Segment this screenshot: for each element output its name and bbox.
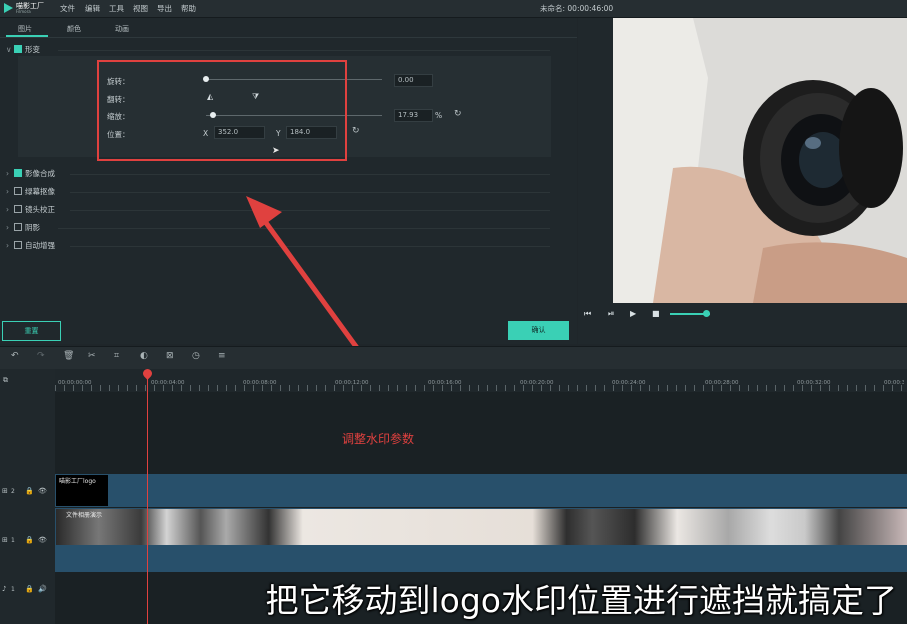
playback-progress-handle[interactable] — [703, 310, 710, 317]
menu-edit[interactable]: 编辑 — [85, 3, 100, 14]
tick-label: 00:00:32:00 — [797, 380, 831, 386]
preview-video[interactable] — [613, 18, 907, 303]
tick-label: 00:00:12:00 — [335, 380, 369, 386]
chevron-right-icon: › — [6, 187, 9, 196]
tab-color[interactable]: 颜色 — [67, 24, 81, 34]
menu-export[interactable]: 导出 — [157, 3, 172, 14]
section-chroma-key[interactable]: › 绿幕抠像 — [6, 186, 55, 201]
app-logo: 喵影工厂 Filmora — [4, 1, 50, 16]
annotation-arrow-icon — [246, 196, 363, 355]
section-label: 绿幕抠像 — [25, 187, 55, 196]
lock-icon[interactable]: 🔒 — [25, 536, 34, 544]
add-track-icon[interactable]: ⧉ — [3, 376, 8, 385]
chevron-right-icon: › — [6, 169, 9, 178]
split-screen-icon[interactable]: ⊠ — [166, 351, 174, 361]
tick-label: 00:00:04:00 — [151, 380, 185, 386]
checkbox-shadow[interactable] — [14, 223, 22, 231]
track-2[interactable] — [55, 474, 907, 507]
chevron-right-icon: › — [6, 205, 9, 214]
menu-tools[interactable]: 工具 — [109, 3, 124, 14]
scale-unit: % — [435, 111, 443, 120]
position-reset-icon[interactable]: ↻ — [352, 126, 360, 136]
eye-icon[interactable]: 👁 — [38, 536, 47, 544]
menu-file[interactable]: 文件 — [60, 3, 75, 14]
video-clip-label: 文件相册演示 — [66, 512, 103, 519]
step-back-icon[interactable]: ⏯ — [608, 309, 614, 319]
play-icon[interactable]: ▶ — [630, 309, 636, 318]
cut-icon[interactable]: ✂ — [88, 351, 96, 361]
stop-icon[interactable]: ■ — [652, 309, 660, 318]
chevron-down-icon: ∨ — [6, 45, 12, 54]
color-icon[interactable]: ◐ — [140, 351, 148, 361]
checkbox-lens-correction[interactable] — [14, 205, 22, 213]
tab-divider — [0, 37, 577, 38]
section-divider — [70, 174, 550, 175]
video-clip[interactable] — [56, 509, 907, 545]
section-auto-enhance[interactable]: › 自动增强 — [6, 240, 55, 255]
tick-label: 00:00:28:00 — [705, 380, 739, 386]
section-label: 自动增强 — [25, 241, 55, 250]
chevron-right-icon: › — [6, 223, 9, 232]
tab-image[interactable]: 图片 — [18, 24, 32, 34]
document-title: 未命名: 00:00:46:00 — [540, 4, 614, 13]
camera-lens-image — [613, 18, 907, 303]
chevron-right-icon: › — [6, 241, 9, 250]
logo-clip-label: 喵影工厂logo — [59, 478, 96, 485]
tick-label: 00:00:08:00 — [243, 380, 277, 386]
track-1-type-icon: ⊞ — [2, 536, 8, 544]
logo-subtext: Filmora — [16, 9, 31, 14]
speed-icon[interactable]: ◷ — [192, 351, 200, 361]
logo-icon — [4, 3, 13, 13]
track-1-number: 1 — [11, 537, 15, 544]
checkbox-chroma-key[interactable] — [14, 187, 22, 195]
section-composite[interactable]: › 影像合成 — [6, 168, 55, 183]
previous-frame-icon[interactable]: ⏮ — [584, 309, 591, 319]
audio-adjust-icon[interactable]: ≡ — [218, 351, 226, 361]
timeline-toolbar — [0, 346, 907, 369]
ok-button[interactable]: 确认 — [508, 321, 569, 340]
section-label: 形变 — [25, 45, 40, 54]
section-divider — [58, 50, 550, 51]
scale-reset-icon[interactable]: ↻ — [454, 109, 462, 119]
tick-label: 00:00:20:00 — [520, 380, 554, 386]
menu-help[interactable]: 帮助 — [181, 3, 196, 14]
delete-icon[interactable]: 🗑 — [63, 351, 74, 361]
track-2-type-icon: ⊞ — [2, 487, 8, 495]
checkbox-composite[interactable] — [14, 169, 22, 177]
checkbox-auto-enhance[interactable] — [14, 241, 22, 249]
undo-icon[interactable]: ↶ — [11, 351, 19, 361]
tick-label: 00:00:24:00 — [612, 380, 646, 386]
section-label: 镜头校正 — [25, 205, 55, 214]
crop-icon[interactable]: ⌗ — [114, 351, 119, 361]
tick-label: 00:00:00:00 — [58, 380, 92, 386]
reset-button[interactable]: 重置 — [2, 321, 61, 341]
track-2-number: 2 — [11, 488, 15, 495]
annotation-highlight-box — [97, 60, 347, 161]
section-label: 阴影 — [25, 223, 40, 232]
tab-animation[interactable]: 动画 — [115, 24, 129, 34]
tick-label: 00:00:36:00 — [884, 380, 904, 386]
section-shadow[interactable]: › 阴影 — [6, 222, 40, 237]
playback-controls: ⏮ ⏯ ▶ ■ — [578, 305, 907, 325]
lock-icon[interactable]: 🔒 — [25, 487, 34, 495]
section-label: 影像合成 — [25, 169, 55, 178]
rotate-input[interactable]: 0.00 — [394, 74, 433, 87]
section-lens-correction[interactable]: › 镜头校正 — [6, 204, 55, 219]
scale-input[interactable]: 17.93 — [394, 109, 433, 122]
redo-icon[interactable]: ↷ — [37, 351, 45, 361]
tick-label: 00:00:16:00 — [428, 380, 462, 386]
checkbox-transform[interactable] — [14, 45, 22, 53]
eye-icon[interactable]: 👁 — [38, 487, 47, 495]
annotation-text: 调整水印参数 — [342, 432, 415, 446]
video-subtitle: 把它移动到logo水印位置进行遮挡就搞定了 — [265, 581, 898, 620]
menu-view[interactable]: 视图 — [133, 3, 148, 14]
